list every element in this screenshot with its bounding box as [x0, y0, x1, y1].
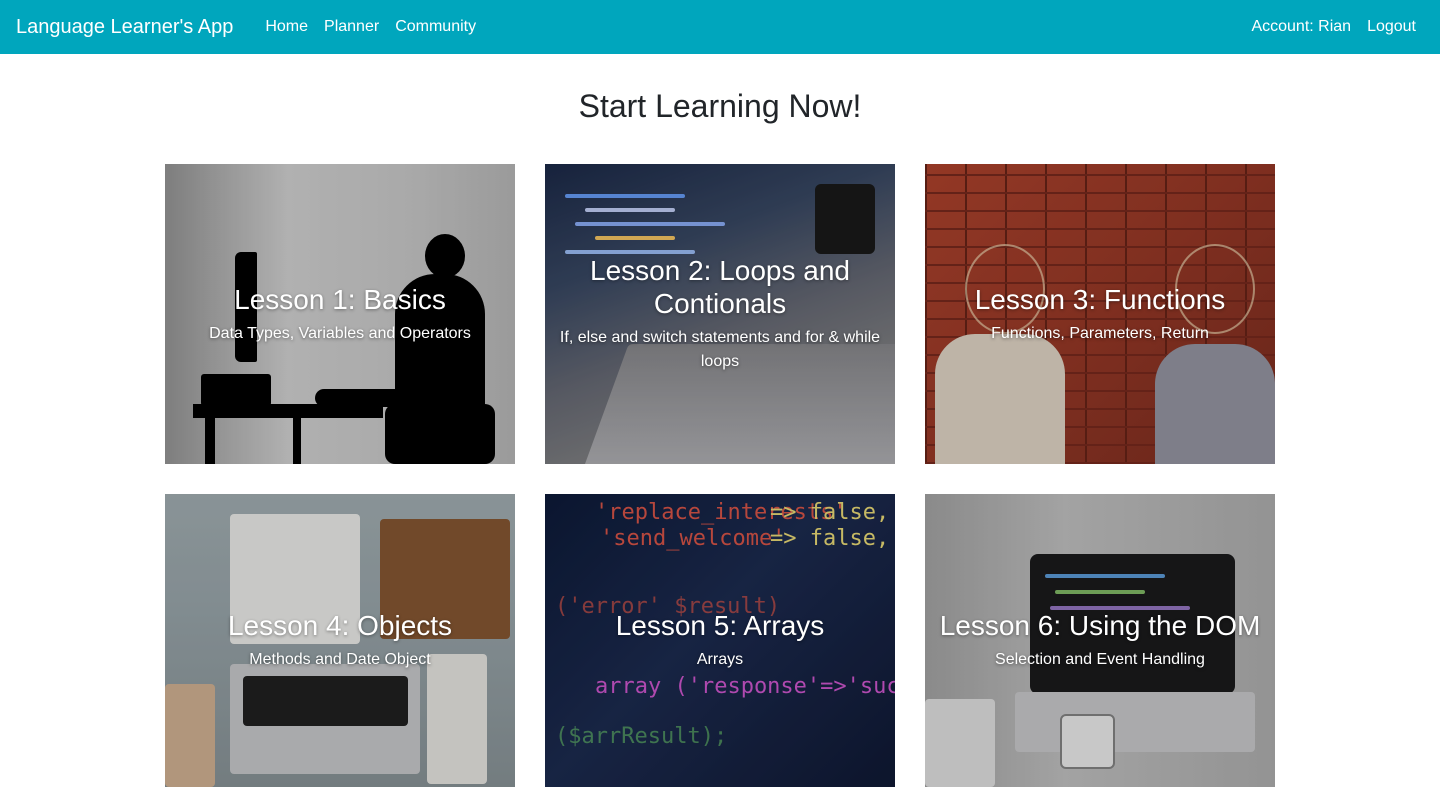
lesson-card-4[interactable]: Lesson 4: Objects Methods and Date Objec… — [165, 494, 515, 787]
lesson-card-2[interactable]: Lesson 2: Loops and Contionals If, else … — [545, 164, 895, 464]
nav-link-planner[interactable]: Planner — [316, 18, 387, 36]
page-title: Start Learning Now! — [578, 88, 862, 124]
app-brand-link[interactable]: Language Learner's App — [16, 16, 233, 39]
lesson-1-title: Lesson 1: Basics — [234, 283, 446, 315]
lesson-3-subtitle: Functions, Parameters, Return — [991, 324, 1209, 342]
lesson-4-subtitle: Methods and Date Object — [249, 651, 431, 668]
nav-link-community[interactable]: Community — [387, 18, 484, 36]
lesson-2-subtitle: If, else and switch statements and for &… — [559, 329, 881, 370]
lesson-5-subtitle: Arrays — [696, 651, 744, 668]
nav-account-area: Account: Rian Logout — [1243, 18, 1424, 36]
lesson-2-title: Lesson 2: Loops and Contionals — [590, 255, 850, 319]
lesson-6-subtitle: Selection and Event Handling — [995, 651, 1205, 668]
lesson-4-title: Lesson 4: Objects — [227, 610, 453, 641]
account-link[interactable]: Account: Rian — [1243, 18, 1359, 36]
lesson-card-1[interactable]: Lesson 1: Basics Data Types, Variables a… — [165, 164, 515, 464]
lesson-card-3[interactable]: Lesson 3: Functions Functions, Parameter… — [925, 164, 1275, 464]
lesson-card-6[interactable]: Lesson 6: Using the DOM Selection and Ev… — [925, 494, 1275, 787]
lesson-card-5[interactable]: 'replace_interests' => false, 'send_welc… — [545, 494, 895, 787]
nav-link-home[interactable]: Home — [257, 18, 316, 36]
lesson-6-title: Lesson 6: Using the DOM — [939, 610, 1261, 641]
lesson-1-subtitle: Data Types, Variables and Operators — [209, 324, 471, 342]
lesson-5-title: Lesson 5: Arrays — [615, 610, 825, 641]
lesson-3-title: Lesson 3: Functions — [974, 283, 1226, 315]
logout-link[interactable]: Logout — [1359, 18, 1424, 36]
navbar: Language Learner's App Home Planner Comm… — [0, 0, 1440, 54]
nav-links: Home Planner Community — [257, 18, 484, 36]
